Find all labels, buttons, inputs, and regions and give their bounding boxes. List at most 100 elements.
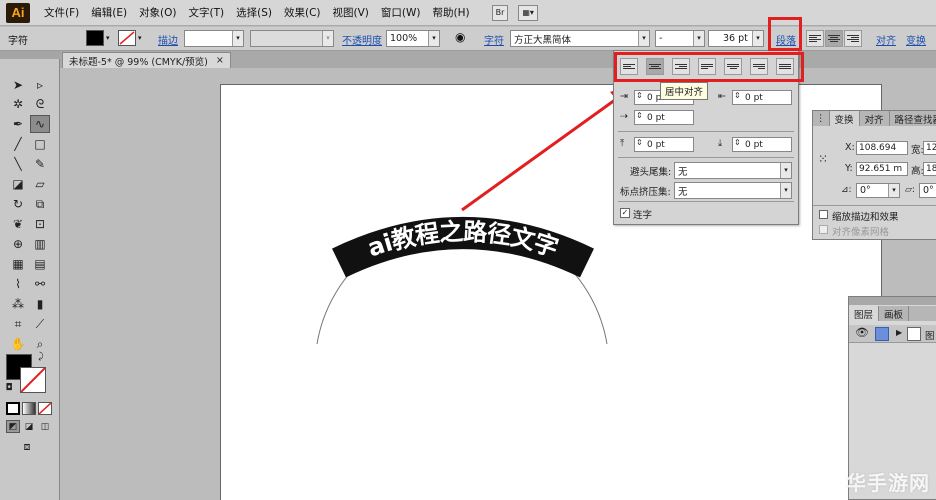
w-field[interactable]: 128 [923, 141, 936, 155]
menu-edit[interactable]: 编辑(E) [91, 5, 127, 20]
blend-tool-icon[interactable]: ⚯ [30, 275, 50, 293]
reference-point-icon[interactable]: ⁙ [818, 152, 832, 166]
expand-triangle-icon[interactable]: ▶ [896, 328, 902, 337]
close-icon[interactable]: × [216, 55, 224, 66]
swap-colors-icon[interactable]: ⤸ [34, 351, 48, 363]
tab-layers[interactable]: 图层 [849, 306, 880, 321]
default-colors-icon[interactable]: ◘ [2, 382, 16, 394]
pen-tool-icon[interactable]: ✒ [8, 115, 28, 133]
space-before-field[interactable]: 0 pt [634, 137, 694, 152]
align-pixel-checkbox[interactable] [819, 225, 828, 234]
canvas-area[interactable]: ai教程之路径文字 [60, 68, 936, 500]
lasso-tool-icon[interactable]: ᘓ [30, 95, 50, 113]
column-graph-tool-icon[interactable]: ▮ [30, 295, 50, 313]
gradient-mode-icon[interactable] [22, 402, 36, 415]
tab-transform[interactable]: 变换 [829, 111, 860, 126]
character-link[interactable]: 字符 [484, 32, 504, 47]
color-mode-icon[interactable] [6, 402, 20, 415]
menu-effect[interactable]: 效果(C) [284, 5, 321, 20]
recolor-icon[interactable]: ◉ [455, 30, 465, 44]
font-style-dropdown[interactable]: - ▾ [655, 30, 705, 47]
arrange-documents-button[interactable]: ▦▾ [518, 4, 538, 21]
rotate-angle-dropdown[interactable]: 0° ▾ [856, 183, 900, 198]
stroke-color-box[interactable] [20, 367, 46, 393]
stroke-weight-dropdown[interactable]: ▾ [184, 30, 244, 47]
menu-file[interactable]: 文件(F) [44, 5, 79, 20]
mesh-tool-icon[interactable]: ▦ [8, 255, 28, 273]
type-on-path-tool-icon[interactable]: ∿ [30, 115, 50, 133]
menu-object[interactable]: 对象(O) [139, 5, 176, 20]
menu-type[interactable]: 文字(T) [189, 5, 225, 20]
align-left-button[interactable] [806, 30, 824, 47]
kinsoku-dropdown[interactable]: 无 ▾ [674, 162, 792, 179]
shear-angle-dropdown[interactable]: 0° [919, 183, 936, 198]
font-family-dropdown[interactable]: 方正大黑简体 ▾ [510, 30, 650, 47]
chevron-down-icon[interactable]: ▾ [138, 34, 142, 42]
opacity-dropdown[interactable]: 100% ▾ [386, 30, 440, 47]
draw-normal-icon[interactable]: ◩ [6, 420, 20, 433]
magic-wand-tool-icon[interactable]: ✲ [8, 95, 28, 113]
menu-select[interactable]: 选择(S) [236, 5, 272, 20]
stroke-swatch[interactable] [118, 30, 136, 46]
eraser-tool-icon[interactable]: ▱ [30, 175, 50, 193]
menu-view[interactable]: 视图(V) [333, 5, 369, 20]
paintbrush-tool-icon[interactable]: ╲ [8, 155, 28, 173]
right-indent-field[interactable]: 0 pt [732, 90, 792, 105]
rotate-tool-icon[interactable]: ↻ [8, 195, 28, 213]
rectangle-tool-icon[interactable]: □ [30, 135, 50, 153]
selection-tool-icon[interactable]: ➤ [8, 76, 28, 94]
rotate-angle-icon: ⊿: [841, 185, 852, 195]
align-center-button[interactable] [825, 30, 843, 47]
menu-window[interactable]: 窗口(W) [381, 5, 421, 20]
x-field[interactable]: 108.694 [856, 141, 908, 155]
blob-brush-tool-icon[interactable]: ◪ [8, 175, 28, 193]
eyedropper-tool-icon[interactable]: ⌇ [8, 275, 28, 293]
document-tab[interactable]: 未标题-5* @ 99% (CMYK/预览) × [62, 52, 231, 68]
draw-behind-icon[interactable]: ◪ [22, 420, 36, 433]
menu-help[interactable]: 帮助(H) [433, 5, 470, 20]
h-field[interactable]: 18 [923, 162, 936, 176]
align-right-button[interactable] [844, 30, 862, 47]
direct-selection-tool-icon[interactable]: ▹ [30, 76, 50, 94]
bridge-button[interactable]: Br [491, 4, 509, 21]
gradient-tool-icon[interactable]: ▤ [30, 255, 50, 273]
mojikumi-dropdown[interactable]: 无 ▾ [674, 182, 792, 199]
toolbox-grip[interactable] [0, 51, 60, 59]
align-link[interactable]: 对齐 [876, 32, 896, 47]
y-field[interactable]: 92.651 m [856, 162, 908, 176]
panel-grip-icon[interactable]: ⋮ [813, 111, 830, 126]
transform-link[interactable]: 变换 [906, 32, 926, 47]
none-mode-icon[interactable] [38, 402, 52, 415]
panel-grip[interactable] [849, 297, 936, 305]
layer-row[interactable]: 👁 ▶ 图 [849, 325, 936, 343]
symbol-sprayer-tool-icon[interactable]: ⁂ [8, 295, 28, 313]
artboard-tool-icon[interactable]: ⌗ [8, 315, 28, 333]
first-line-indent-field[interactable]: 0 pt [634, 110, 694, 125]
variable-width-dropdown[interactable]: ▾ [250, 30, 334, 47]
eye-icon[interactable]: 👁 [855, 326, 869, 339]
line-tool-icon[interactable]: ╱ [8, 135, 28, 153]
slice-tool-icon[interactable]: ⟋ [30, 315, 50, 333]
hyphenate-checkbox[interactable]: ✓ [620, 208, 630, 218]
font-size-field[interactable]: 36 pt ▾ [708, 30, 764, 47]
tab-pathfinder[interactable]: 路径查找器 [890, 111, 936, 126]
stroke-link[interactable]: 描边 [158, 32, 178, 47]
space-after-field[interactable]: 0 pt [732, 137, 792, 152]
pencil-tool-icon[interactable]: ✎ [30, 155, 50, 173]
scale-tool-icon[interactable]: ⧉ [30, 195, 50, 213]
draw-inside-icon[interactable]: ◫ [38, 420, 52, 433]
shape-builder-tool-icon[interactable]: ⊕ [8, 235, 28, 253]
hyphenate-label: 连字 [633, 210, 653, 221]
divider [618, 131, 794, 132]
tab-align[interactable]: 对齐 [860, 111, 890, 126]
chevron-down-icon[interactable]: ▾ [106, 34, 110, 42]
warp-tool-icon[interactable]: ❦ [8, 215, 28, 233]
scale-strokes-checkbox[interactable] [819, 210, 828, 219]
free-transform-tool-icon[interactable]: ⊡ [30, 215, 50, 233]
hand-tool-icon[interactable]: ✋ [8, 335, 28, 353]
perspective-grid-tool-icon[interactable]: ▥ [30, 235, 50, 253]
screen-mode-icon[interactable]: ⧈ [18, 440, 36, 454]
fill-swatch[interactable] [86, 30, 104, 46]
tab-artboards[interactable]: 画板 [879, 306, 910, 321]
opacity-link[interactable]: 不透明度 [342, 32, 382, 47]
